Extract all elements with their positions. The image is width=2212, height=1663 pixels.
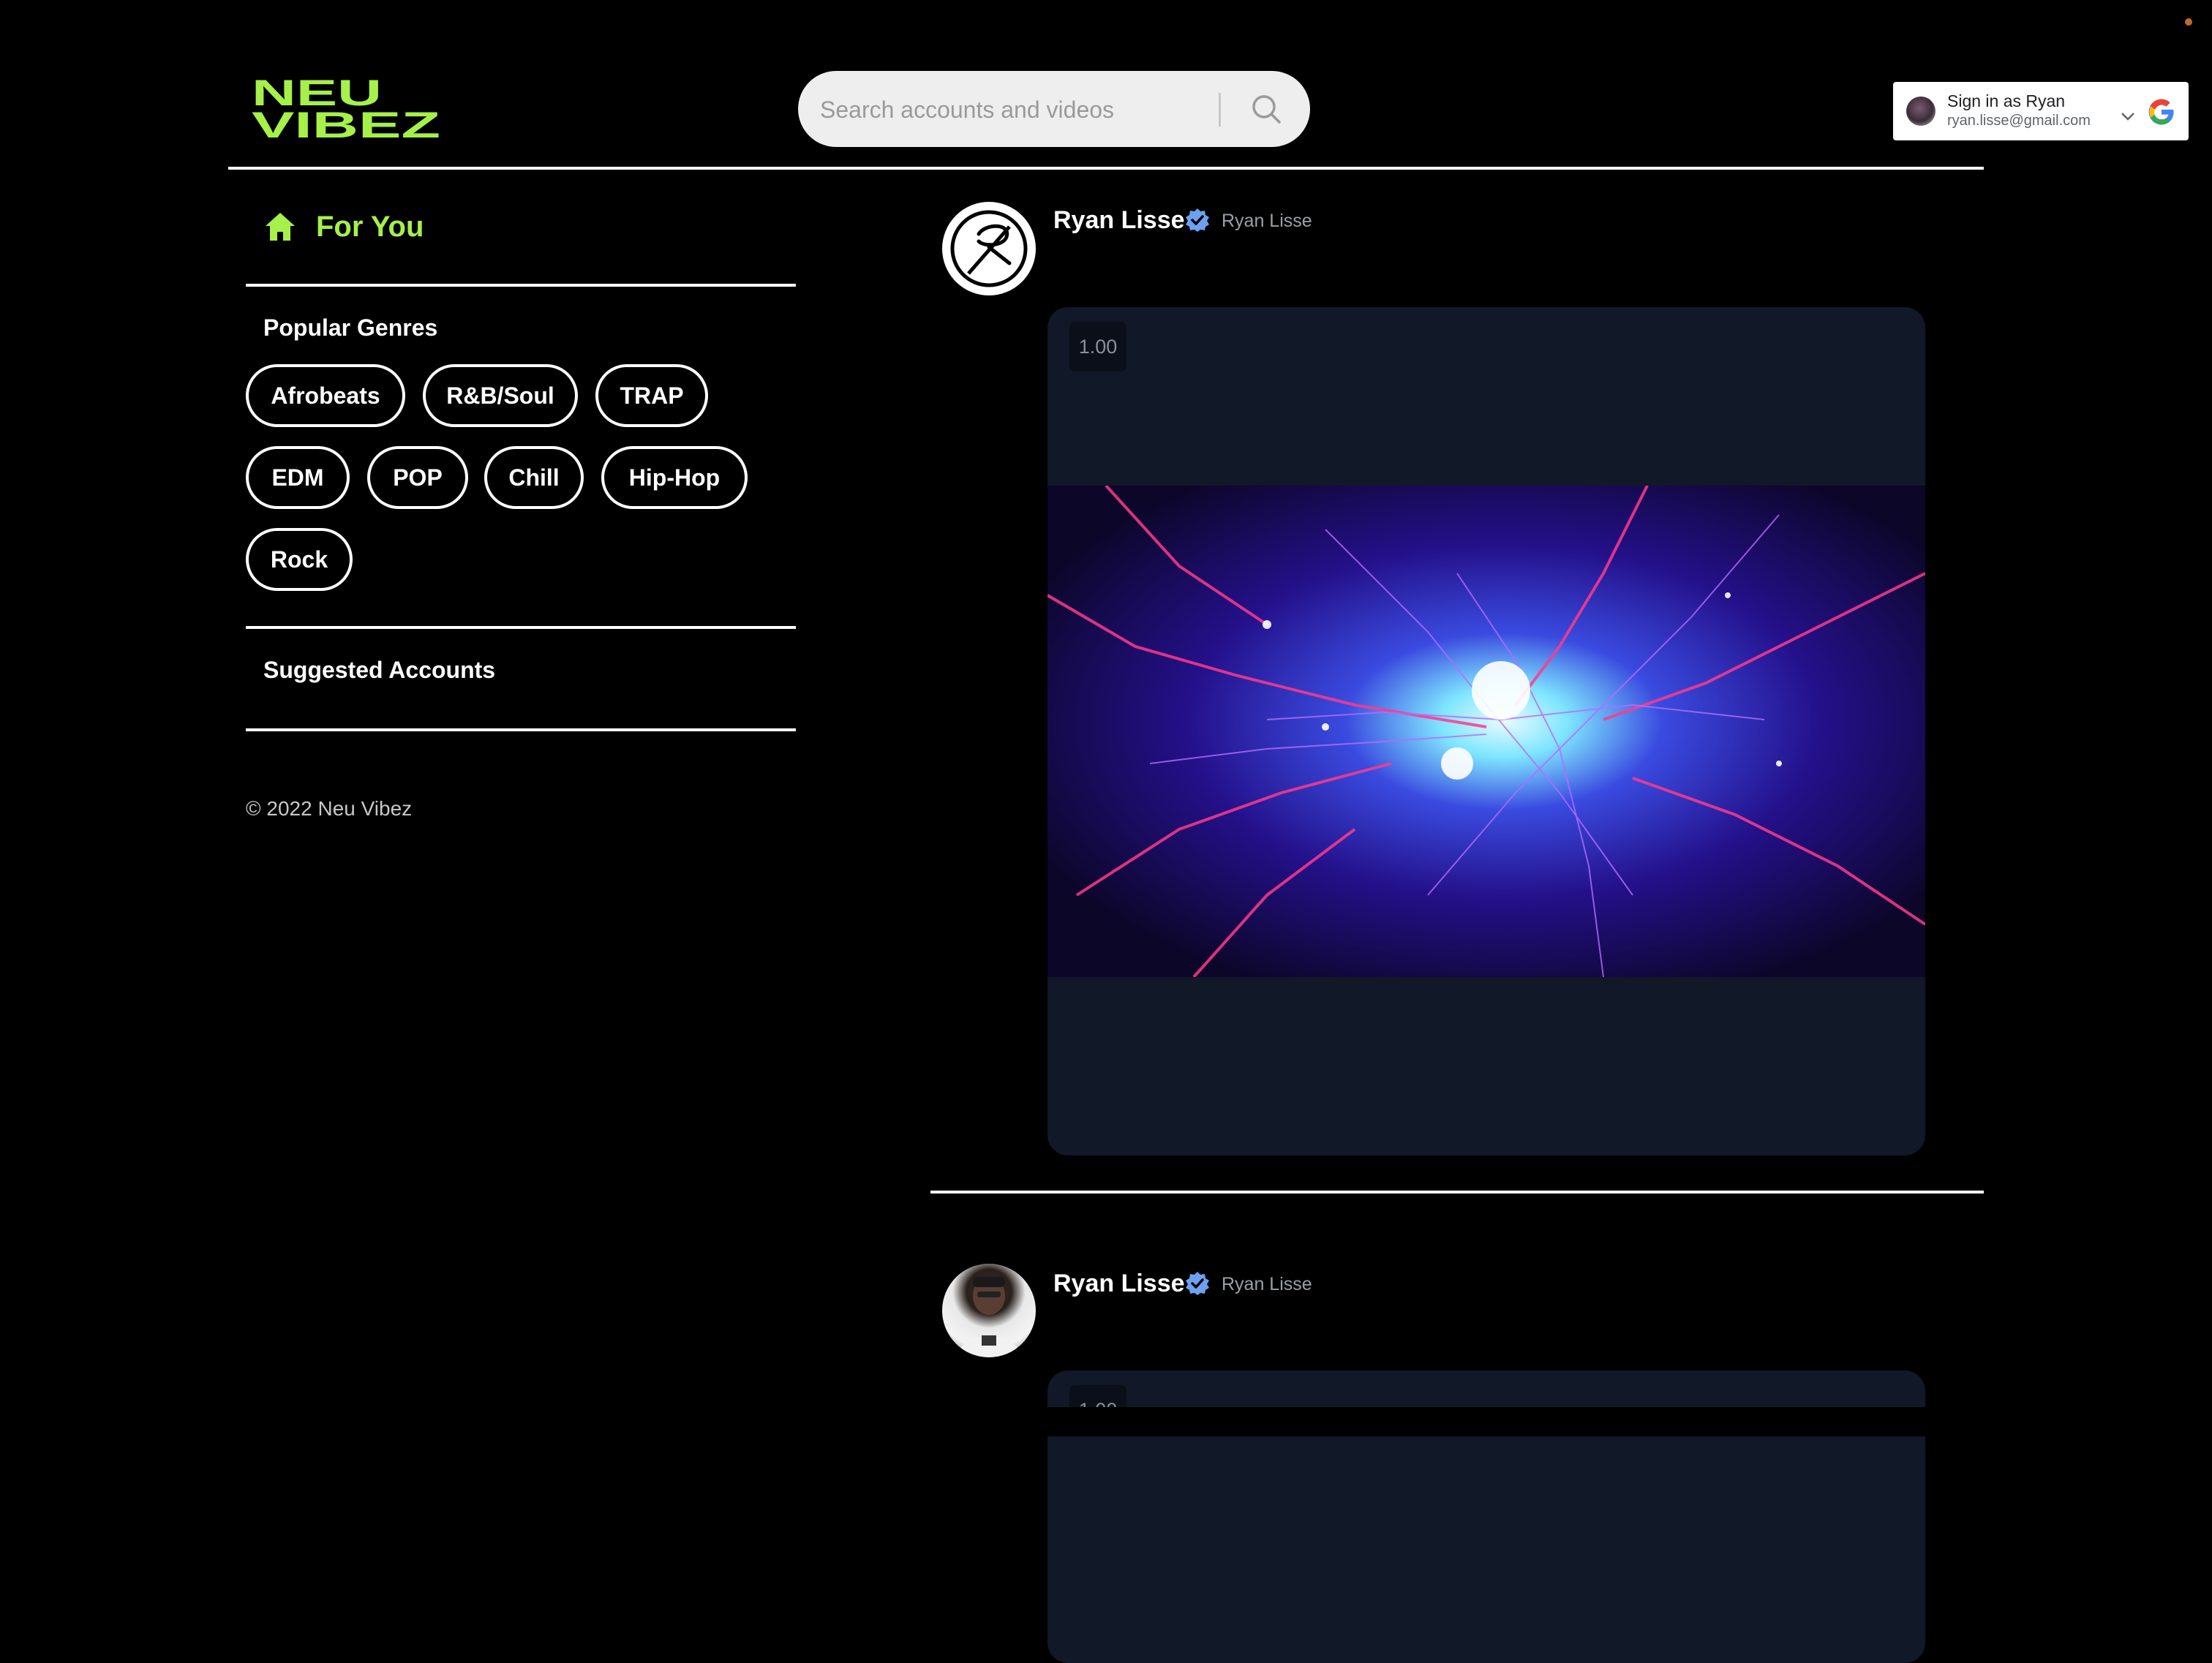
genre-chip-trap[interactable]: TRAP bbox=[595, 364, 708, 427]
feed-divider bbox=[930, 1191, 1984, 1193]
verified-badge-icon bbox=[1186, 1272, 1209, 1295]
top-header: NEU VIBEZ Sign in as Ryan ryan.lisse@gma… bbox=[228, 0, 2189, 170]
chevron-down-icon bbox=[2121, 113, 2134, 121]
post-author-handle: Ryan Lisse bbox=[1222, 1274, 1312, 1294]
search-input[interactable] bbox=[819, 71, 1260, 148]
popular-genres-title: Popular Genres bbox=[263, 314, 438, 341]
search-button[interactable] bbox=[1230, 80, 1303, 138]
signin-email: ryan.lisse@gmail.com bbox=[1947, 113, 2091, 129]
sidebar-divider bbox=[246, 284, 796, 287]
for-you-label: For You bbox=[316, 210, 424, 243]
suggested-accounts-title: Suggested Accounts bbox=[263, 657, 496, 683]
genre-chip-hip-hop[interactable]: Hip-Hop bbox=[601, 446, 748, 509]
sidebar-divider bbox=[246, 626, 796, 629]
viewport-bottom-mask bbox=[0, 1407, 2212, 1436]
google-icon bbox=[2148, 99, 2174, 125]
signin-name: Sign in as Ryan bbox=[1947, 91, 2066, 110]
sidebar-divider bbox=[246, 728, 796, 731]
logo-line-2: VIBEZ bbox=[252, 105, 440, 139]
verified-badge-icon bbox=[1186, 208, 1209, 232]
search-icon bbox=[1252, 95, 1281, 124]
genre-chip-edm[interactable]: EDM bbox=[246, 446, 350, 509]
search-divider bbox=[1219, 93, 1221, 127]
post-avatar[interactable] bbox=[942, 202, 1036, 295]
person-photo-avatar bbox=[957, 1277, 1021, 1357]
nav-for-you[interactable]: For You bbox=[263, 205, 424, 249]
genre-chip-rock[interactable]: Rock bbox=[246, 528, 353, 591]
ryan-lisse-logo-avatar bbox=[950, 210, 1028, 287]
copyright-text: © 2022 Neu Vibez bbox=[246, 797, 413, 820]
neu-vibez-logo[interactable]: NEU VIBEZ bbox=[252, 76, 442, 139]
post-avatar[interactable] bbox=[942, 1264, 1036, 1357]
post-author-handle: Ryan Lisse bbox=[1222, 211, 1312, 231]
google-signin-button[interactable]: Sign in as Ryan ryan.lisse@gmail.com bbox=[1893, 82, 2189, 140]
video-player[interactable]: 1.00 bbox=[1047, 307, 1925, 1155]
post-author-name[interactable]: Ryan Lisse bbox=[1053, 1270, 1185, 1298]
status-dot bbox=[2185, 18, 2192, 26]
playback-speed-badge[interactable]: 1.00 bbox=[1069, 322, 1126, 372]
search-bar bbox=[798, 71, 1310, 148]
post-author-name[interactable]: Ryan Lisse bbox=[1053, 206, 1185, 235]
home-icon bbox=[266, 213, 295, 241]
video-frame bbox=[1047, 486, 1925, 977]
genre-chip-rnb-soul[interactable]: R&B/Soul bbox=[423, 364, 578, 427]
genre-chip-chill[interactable]: Chill bbox=[484, 446, 584, 509]
genre-chip-afrobeats[interactable]: Afrobeats bbox=[246, 364, 405, 427]
signin-avatar bbox=[1906, 97, 1936, 126]
genre-chip-pop[interactable]: POP bbox=[367, 446, 468, 509]
